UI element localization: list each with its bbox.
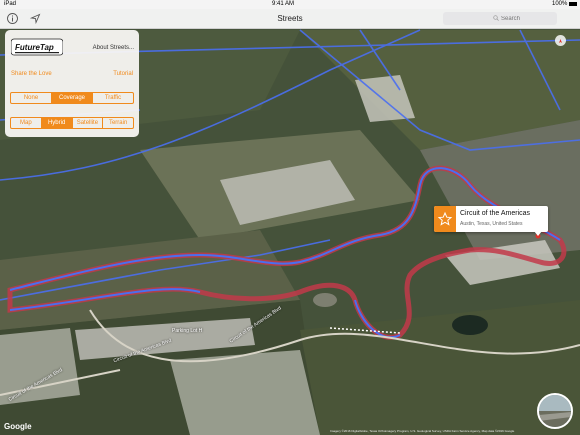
map-type-map-option[interactable]: Map (11, 118, 42, 128)
pond (313, 293, 337, 307)
place-callout[interactable]: Circuit of the Americas Austin, Texas, U… (434, 206, 548, 236)
pond (452, 315, 488, 335)
device-name: iPad (4, 1, 17, 7)
map-type-satellite-option[interactable]: Satellite (73, 118, 104, 128)
overlay-segmented-control: None Coverage Traffic (10, 92, 134, 104)
parking-lot (170, 350, 320, 435)
place-subtitle: Austin, Texas, United States (460, 221, 523, 227)
clock: 9:41 AM (272, 1, 295, 7)
share-the-love-link[interactable]: Share the Love (11, 71, 52, 77)
imagery-credit: Imagery ©2016 DigitalGlobe, Texas Orthoi… (330, 429, 515, 433)
street-view-thumbnail (539, 395, 571, 427)
compass-button[interactable] (555, 35, 566, 46)
street-view-preview-button[interactable] (537, 393, 573, 429)
svg-text:FutureTap: FutureTap (15, 43, 54, 52)
star-icon (437, 211, 453, 226)
about-streets-link[interactable]: About Streets... (93, 45, 134, 51)
map-type-hybrid-option[interactable]: Hybrid (41, 118, 73, 128)
nav-bar: Streets (0, 9, 580, 29)
parking-label: Parking Lot H (172, 328, 203, 334)
compass-icon (559, 39, 562, 43)
tutorial-link[interactable]: Tutorial (113, 71, 133, 77)
status-bar: iPad 9:41 AM 100% (0, 0, 580, 9)
place-title: Circuit of the Americas (460, 210, 531, 217)
favorite-button[interactable] (434, 206, 456, 232)
battery-icon (569, 2, 577, 6)
settings-panel: FutureTap About Streets... Share the Lov… (5, 30, 139, 137)
search-box[interactable] (443, 12, 557, 25)
map-type-segmented-control: Map Hybrid Satellite Terrain (10, 117, 134, 129)
overlay-coverage-option[interactable]: Coverage (52, 93, 93, 103)
map-type-terrain-option[interactable]: Terrain (103, 118, 133, 128)
overlay-traffic-option[interactable]: Traffic (93, 93, 133, 103)
future-tap-logo: FutureTap (11, 38, 63, 56)
battery-level: 100% (552, 1, 568, 7)
search-input[interactable] (501, 12, 555, 25)
callout-pointer (534, 231, 542, 236)
overlay-none-option[interactable]: None (11, 93, 52, 103)
search-icon (493, 15, 499, 21)
google-logo: Google (4, 422, 32, 431)
